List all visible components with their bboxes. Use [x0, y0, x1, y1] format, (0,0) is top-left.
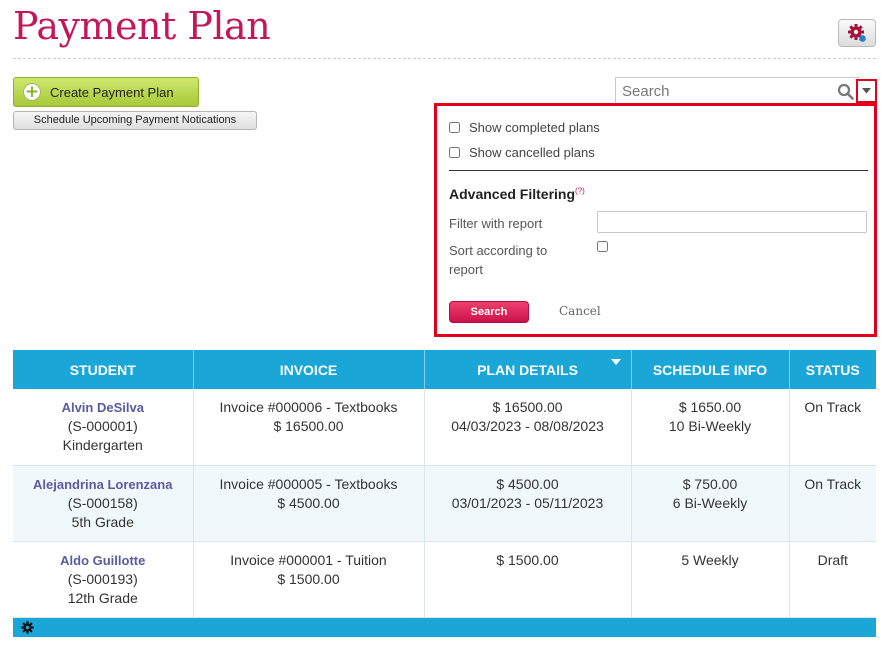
table-row[interactable]: Alvin DeSilva (S-000001) Kindergarten In…: [13, 389, 876, 466]
student-id: (S-000158): [67, 494, 138, 511]
sort-desc-icon: [610, 359, 621, 365]
table-footer: [13, 618, 876, 637]
show-completed-checkbox[interactable]: [449, 122, 460, 133]
panel-cancel-link[interactable]: Cancel: [559, 304, 601, 318]
advanced-filtering-label: Advanced Filtering: [449, 186, 576, 202]
column-header-plan-details-label: PLAN DETAILS: [477, 361, 578, 378]
plan-dates: 03/01/2023 - 05/11/2023: [451, 494, 604, 511]
search-icon[interactable]: [837, 83, 854, 100]
gear-icon: [848, 24, 866, 42]
student-id: (S-000193): [67, 570, 138, 587]
search-options-toggle[interactable]: [856, 79, 877, 103]
schedule-info-cell: $ 1650.00 10 Bi-Weekly: [631, 389, 790, 466]
title-divider: [13, 58, 876, 59]
invoice-amount: $ 16500.00: [273, 418, 344, 434]
plan-amount: $ 4500.00: [496, 475, 559, 492]
help-icon[interactable]: (?): [575, 186, 585, 195]
filter-with-report-label: Filter with report: [449, 216, 543, 231]
table-row[interactable]: Alejandrina Lorenzana (S-000158) 5th Gra…: [13, 465, 876, 542]
plus-icon: +: [23, 82, 41, 102]
student-name-link[interactable]: Alvin DeSilva: [17, 398, 189, 417]
caret-down-icon: [862, 88, 871, 94]
create-payment-plan-button[interactable]: + Create Payment Plan: [13, 77, 199, 107]
schedule-frequency: 6 Bi-Weekly: [672, 494, 748, 511]
plan-dates: 04/03/2023 - 08/08/2023: [451, 418, 604, 434]
invoice-cell: Invoice #000006 - Textbooks $ 16500.00: [193, 389, 425, 466]
student-grade: 12th Grade: [67, 589, 138, 606]
search-input[interactable]: [616, 78, 836, 104]
panel-divider: [449, 170, 868, 171]
schedule-frequency: 10 Bi-Weekly: [668, 418, 752, 434]
settings-button[interactable]: [838, 19, 876, 47]
gear-icon[interactable]: [21, 621, 34, 634]
invoice-amount: $ 1500.00: [277, 570, 340, 587]
show-cancelled-option[interactable]: Show cancelled plans: [449, 145, 595, 160]
sort-by-report-label-1: Sort according to: [449, 243, 548, 258]
invoice-cell: Invoice #000001 - Tuition $ 1500.00: [193, 541, 425, 618]
student-name-link[interactable]: Alejandrina Lorenzana: [17, 475, 189, 494]
show-cancelled-checkbox[interactable]: [449, 147, 460, 158]
panel-search-button[interactable]: Search: [449, 301, 529, 323]
plan-details-cell: $ 4500.00 03/01/2023 - 05/11/2023: [424, 465, 632, 542]
column-header-schedule-info[interactable]: SCHEDULE INFO: [631, 350, 790, 389]
show-cancelled-label: Show cancelled plans: [469, 145, 595, 160]
search-box: [615, 77, 859, 105]
invoice-title: Invoice #000006 - Textbooks: [219, 399, 398, 415]
column-header-status[interactable]: STATUS: [789, 350, 876, 389]
schedule-notifications-button[interactable]: Schedule Upcoming Payment Notications: [13, 111, 257, 130]
schedule-amount: $ 750.00: [682, 475, 738, 492]
status-cell: On Track: [789, 465, 876, 542]
plan-amount: $ 16500.00: [492, 399, 563, 415]
status-cell: On Track: [789, 389, 876, 466]
schedule-info-cell: $ 750.00 6 Bi-Weekly: [631, 465, 790, 542]
student-id: (S-000001): [67, 418, 138, 434]
column-header-plan-details[interactable]: PLAN DETAILS: [424, 350, 632, 389]
invoice-title: Invoice #000001 - Tuition: [230, 551, 387, 568]
student-cell: Alejandrina Lorenzana (S-000158) 5th Gra…: [13, 465, 194, 542]
student-name-link[interactable]: Aldo Guillotte: [17, 551, 189, 570]
plan-details-cell: $ 16500.00 04/03/2023 - 08/08/2023: [424, 389, 632, 466]
filter-panel: Show completed plans Show cancelled plan…: [434, 103, 877, 337]
status-cell: Draft: [789, 541, 876, 618]
schedule-amount: 5 Weekly: [681, 551, 739, 568]
student-cell: Aldo Guillotte (S-000193) 12th Grade: [13, 541, 194, 618]
filter-report-input[interactable]: [597, 211, 867, 233]
table-row[interactable]: Aldo Guillotte (S-000193) 12th Grade Inv…: [13, 541, 876, 618]
show-completed-label: Show completed plans: [469, 120, 600, 135]
student-cell: Alvin DeSilva (S-000001) Kindergarten: [13, 389, 194, 466]
table-header-row: STUDENT INVOICE PLAN DETAILS SCHEDULE IN…: [13, 350, 876, 389]
column-header-invoice[interactable]: INVOICE: [193, 350, 425, 389]
invoice-amount: $ 4500.00: [277, 494, 340, 511]
page-title: Payment Plan: [13, 4, 271, 48]
schedule-amount: $ 1650.00: [678, 399, 742, 415]
plan-amount: $ 1500.00: [496, 551, 559, 568]
student-grade: Kindergarten: [62, 437, 143, 453]
create-payment-plan-label: Create Payment Plan: [50, 84, 174, 100]
payment-plans-table: STUDENT INVOICE PLAN DETAILS SCHEDULE IN…: [13, 350, 876, 618]
sort-by-report-checkbox[interactable]: [597, 241, 608, 252]
show-completed-option[interactable]: Show completed plans: [449, 120, 600, 135]
advanced-filtering-heading: Advanced Filtering(?): [449, 186, 585, 202]
column-header-student[interactable]: STUDENT: [13, 350, 194, 389]
invoice-cell: Invoice #000005 - Textbooks $ 4500.00: [193, 465, 425, 542]
student-grade: 5th Grade: [71, 513, 134, 530]
invoice-title: Invoice #000005 - Textbooks: [219, 475, 398, 492]
schedule-info-cell: 5 Weekly: [631, 541, 790, 618]
plan-details-cell: $ 1500.00: [424, 541, 632, 618]
sort-by-report-label-2: report: [449, 262, 483, 277]
